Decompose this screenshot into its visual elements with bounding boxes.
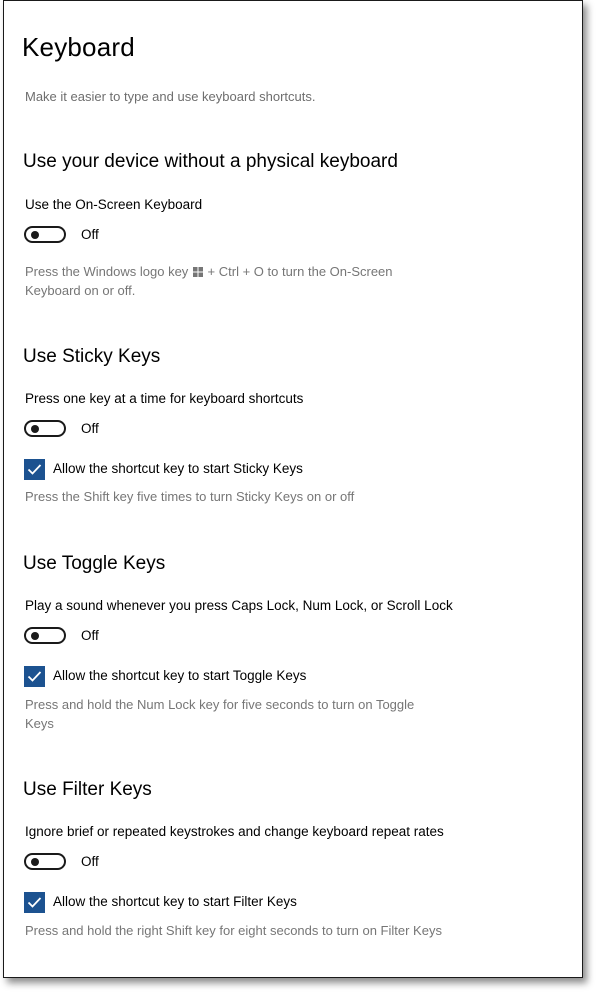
toggle-keys-help-line2: Keys	[25, 716, 54, 731]
sticky-keys-help-text: Press the Shift key five times to turn S…	[25, 489, 355, 504]
sticky-keys-shortcut-label: Allow the shortcut key to start Sticky K…	[53, 461, 303, 476]
toggle-keys-setting-label: Play a sound whenever you press Caps Loc…	[25, 598, 453, 613]
osk-help-text-line2: Keyboard on or off.	[25, 283, 136, 298]
filter-keys-shortcut-label: Allow the shortcut key to start Filter K…	[53, 894, 297, 909]
filter-keys-help-text: Press and hold the right Shift key for e…	[25, 923, 442, 938]
checkmark-icon	[27, 671, 42, 682]
toggle-keys-help-line1: Press and hold the Num Lock key for five…	[25, 697, 415, 712]
osk-toggle[interactable]	[24, 226, 66, 243]
windows-logo-icon	[192, 267, 203, 277]
toggle-keys-shortcut-checkbox[interactable]	[24, 666, 45, 687]
filter-keys-toggle[interactable]	[24, 853, 66, 870]
sticky-keys-toggle-state: Off	[81, 421, 99, 436]
page-title: Keyboard	[22, 32, 135, 62]
osk-toggle-state: Off	[81, 227, 99, 242]
sticky-keys-toggle[interactable]	[24, 420, 66, 437]
osk-help-text-part2: + Ctrl + O to turn the On-Screen	[207, 264, 393, 279]
toggle-knob	[31, 857, 39, 866]
section-title-osk: Use your device without a physical keybo…	[23, 151, 398, 172]
toggle-keys-help-text: Press and hold the Num Lock key for five…	[25, 695, 414, 733]
sticky-keys-setting-label: Press one key at a time for keyboard sho…	[25, 391, 304, 406]
checkmark-icon	[27, 897, 42, 908]
osk-setting-label: Use the On-Screen Keyboard	[25, 197, 203, 212]
page-description: Make it easier to type and use keyboard …	[25, 89, 316, 104]
filter-keys-setting-label: Ignore brief or repeated keystrokes and …	[25, 824, 444, 839]
toggle-keys-shortcut-label: Allow the shortcut key to start Toggle K…	[53, 668, 307, 683]
section-title-sticky-keys: Use Sticky Keys	[23, 346, 161, 367]
osk-help-text: Press the Windows logo key + Ctrl + O to…	[25, 262, 393, 300]
filter-keys-shortcut-checkbox[interactable]	[24, 892, 45, 913]
filter-keys-toggle-state: Off	[81, 854, 99, 869]
toggle-keys-toggle[interactable]	[24, 627, 66, 644]
checkmark-icon	[27, 464, 42, 475]
section-title-filter-keys: Use Filter Keys	[23, 779, 152, 800]
section-title-toggle-keys: Use Toggle Keys	[23, 553, 166, 574]
toggle-knob	[31, 424, 39, 433]
toggle-keys-toggle-state: Off	[81, 628, 99, 643]
toggle-knob	[31, 631, 39, 640]
sticky-keys-shortcut-checkbox[interactable]	[24, 459, 45, 480]
toggle-knob	[31, 230, 39, 239]
osk-help-text-part1: Press the Windows logo key	[25, 264, 189, 279]
